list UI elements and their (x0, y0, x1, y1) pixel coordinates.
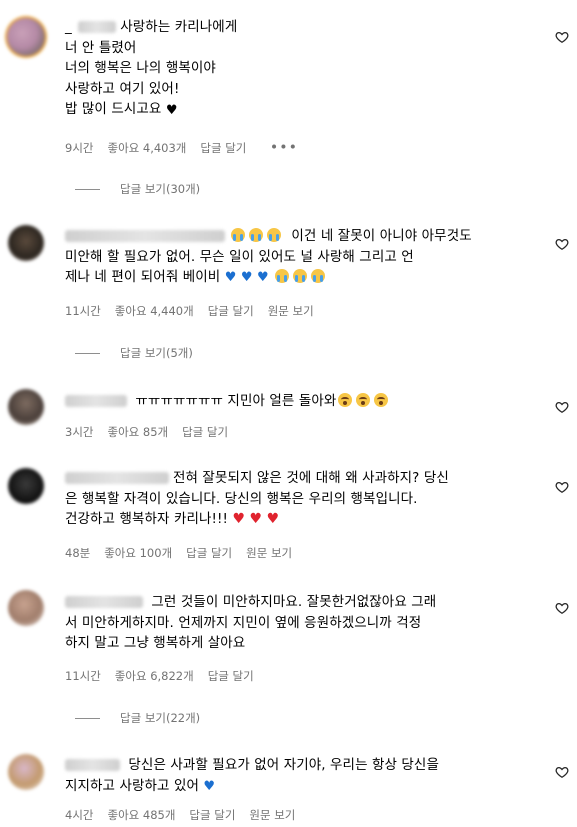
comment-line: ㅠㅠㅠㅠㅠㅠㅠ 지민아 얼른 돌아와 (65, 391, 543, 412)
username-blurred[interactable] (78, 21, 117, 33)
comment-meta: 11시간 좋아요 6,822개 답글 달기 (65, 668, 268, 684)
comment-line: 그런 것들이 미안하지마요. 잘못한거없잖아요 그래 (65, 592, 543, 613)
crying-emoji (267, 228, 281, 242)
comment-time: 3시간 (65, 425, 94, 439)
comment-line: 미안해 할 필요가 없어. 무슨 일이 있어도 널 사랑해 그리고 언 (65, 248, 414, 265)
view-replies-button[interactable]: 답글 보기(5개) (75, 345, 193, 361)
avatar[interactable] (7, 18, 45, 56)
comment-line: 서 미안하게하지마. 언제까지 지민이 옆에 응원하겠으니까 걱정 (65, 614, 422, 631)
avatar[interactable] (8, 590, 44, 626)
comment-line: 너 안 틀렸어 (65, 39, 137, 56)
likes-count[interactable]: 좋아요 85개 (107, 424, 168, 440)
comment-meta: 11시간 좋아요 4,440개 답글 달기 원문 보기 (65, 303, 314, 319)
comment-line: 당신은 사과할 필요가 없어 자기야, 우리는 항상 당신을 (65, 755, 543, 776)
flushed-emoji (338, 393, 353, 407)
reply-button[interactable]: 답글 달기 (208, 303, 254, 319)
comment-line: 이건 네 잘못이 아니야 아무것도 (65, 226, 543, 247)
crying-emoji (311, 269, 326, 283)
divider-dash (75, 188, 100, 190)
avatar[interactable] (8, 468, 44, 504)
avatar[interactable] (8, 389, 44, 425)
username-blurred[interactable] (65, 472, 169, 484)
comment-meta: 48분 좋아요 100개 답글 달기 원문 보기 (65, 545, 292, 561)
blue-heart-emoji: ♥ (224, 270, 237, 285)
comment-time: 9시간 (65, 141, 94, 155)
likes-count[interactable]: 좋아요 4,403개 (107, 140, 186, 156)
comment-line: 전혀 잘못되지 않은 것에 대해 왜 사과하지? 당신 (65, 468, 543, 489)
comment-line: 건강하고 행복하자 카리나!!! ♥ ♥ ♥ (65, 511, 280, 527)
comment-time: 4시간 (65, 808, 94, 822)
crying-emoji (275, 269, 290, 283)
comment-time: 48분 (65, 546, 91, 560)
comment-time: 11시간 (65, 304, 101, 318)
heart-outline-icon[interactable] (555, 30, 569, 44)
crying-emoji (231, 228, 245, 242)
view-replies-button[interactable]: 답글 보기(30개) (75, 181, 200, 197)
heart-outline-icon[interactable] (555, 237, 569, 251)
blue-heart-emoji: ♥ (240, 270, 253, 285)
see-translation-button[interactable]: 원문 보기 (268, 303, 314, 319)
red-heart-emoji: ♥ (232, 511, 246, 527)
reply-button[interactable]: 답글 달기 (200, 140, 246, 156)
username-blurred[interactable] (65, 395, 127, 407)
heart-outline-icon[interactable] (555, 400, 569, 414)
heart-outline-icon[interactable] (555, 765, 569, 779)
heart-outline-icon[interactable] (555, 480, 569, 494)
black-heart-emoji: ♥ (165, 103, 178, 118)
username-blurred[interactable] (65, 759, 120, 771)
comment-meta: 4시간 좋아요 485개 답글 달기 원문 보기 (65, 807, 295, 823)
comment-line: 지지하고 사랑하고 있어 ♥ (65, 777, 216, 794)
divider-dash (75, 352, 100, 354)
more-dots-icon[interactable]: ••• (270, 140, 298, 156)
comment-line: 하지 말고 그냥 행복하게 살아요 (65, 635, 246, 651)
crying-emoji (249, 228, 263, 242)
comment-line: 사랑하고 여기 있어! (65, 80, 180, 97)
reply-button[interactable]: 답글 달기 (208, 668, 254, 684)
flushed-emoji (374, 393, 389, 407)
username-prefix: _ (65, 19, 72, 35)
see-translation-button[interactable]: 원문 보기 (249, 807, 295, 823)
comment-meta: 9시간 좋아요 4,403개 답글 달기 ••• (65, 140, 298, 156)
comment-line: 밥 많이 드시고요 ♥ (65, 101, 178, 118)
crying-emoji (293, 269, 308, 283)
red-heart-emoji: ♥ (249, 511, 263, 527)
comment-line: 너의 행복은 나의 행복이야 (65, 60, 216, 76)
blue-heart-emoji: ♥ (203, 778, 216, 794)
likes-count[interactable]: 좋아요 100개 (104, 545, 172, 561)
flushed-emoji (356, 393, 371, 407)
comment-meta: 3시간 좋아요 85개 답글 달기 (65, 424, 242, 440)
blue-heart-emoji: ♥ (257, 270, 269, 285)
likes-count[interactable]: 좋아요 485개 (107, 807, 175, 823)
reply-button[interactable]: 답글 달기 (186, 545, 232, 561)
comment-line: 은 행복할 자격이 있습니다. 당신의 행복은 우리의 행복입니다. (65, 490, 418, 507)
likes-count[interactable]: 좋아요 6,822개 (115, 668, 194, 684)
reply-button[interactable]: 답글 달기 (189, 807, 235, 823)
comment-line: 제나 네 편이 되어줘 베이비 ♥ ♥ ♥ (65, 267, 543, 289)
see-translation-button[interactable]: 원문 보기 (246, 545, 292, 561)
comment-line: _ 사랑하는 카리나에게 (65, 19, 238, 35)
reply-button[interactable]: 답글 달기 (182, 424, 228, 440)
username-blurred[interactable] (65, 596, 143, 608)
username-blurred[interactable] (65, 230, 225, 242)
red-heart-emoji: ♥ (266, 511, 280, 527)
divider-dash (75, 717, 100, 719)
avatar[interactable] (8, 754, 44, 790)
avatar[interactable] (8, 225, 44, 261)
likes-count[interactable]: 좋아요 4,440개 (115, 303, 194, 319)
view-replies-button[interactable]: 답글 보기(22개) (75, 710, 200, 726)
comment-time: 11시간 (65, 669, 101, 683)
heart-outline-icon[interactable] (555, 601, 569, 615)
